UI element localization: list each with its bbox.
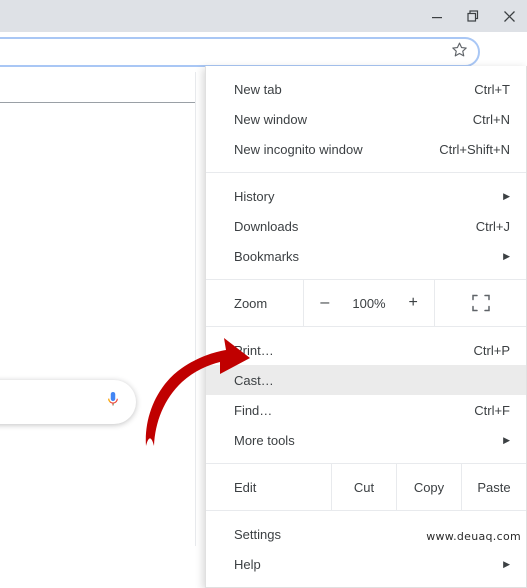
- page-divider: [0, 102, 196, 103]
- minimize-button[interactable]: [419, 0, 455, 32]
- close-icon: [503, 10, 515, 22]
- menu-item-shortcut: Ctrl+P: [473, 342, 510, 358]
- menu-item-downloads[interactable]: Downloads Ctrl+J: [206, 211, 526, 241]
- menu-item-find[interactable]: Find… Ctrl+F: [206, 395, 526, 425]
- menu-item-label: Cast…: [234, 372, 274, 388]
- menu-row-edit: Edit Cut Copy Paste: [206, 464, 526, 510]
- restore-icon: [467, 10, 479, 22]
- submenu-arrow-icon: ▶: [503, 190, 510, 201]
- bookmark-star-icon[interactable]: [451, 41, 468, 63]
- browser-window: New tab Ctrl+T New window Ctrl+N New inc…: [0, 0, 527, 588]
- menu-row-zoom: Zoom – 100% +: [206, 280, 526, 326]
- menu-item-label: New incognito window: [234, 141, 363, 157]
- submenu-arrow-icon: ▶: [503, 250, 510, 261]
- menu-item-label: Downloads: [234, 218, 299, 234]
- menu-item-new-window[interactable]: New window Ctrl+N: [206, 104, 526, 134]
- window-controls: [419, 0, 527, 32]
- tab-strip: [0, 0, 527, 32]
- menu-item-shortcut: Ctrl+Shift+N: [439, 141, 510, 157]
- menu-item-new-incognito-window[interactable]: New incognito window Ctrl+Shift+N: [206, 134, 526, 164]
- zoom-controls: – 100% +: [303, 280, 434, 326]
- zoom-level: 100%: [352, 295, 386, 311]
- fullscreen-icon: [471, 294, 490, 312]
- submenu-arrow-icon: ▶: [503, 558, 510, 569]
- menu-item-label: Help: [234, 556, 261, 572]
- edit-label: Edit: [234, 479, 257, 495]
- submenu-arrow-icon: ▶: [503, 434, 510, 445]
- menu-group-new: New tab Ctrl+T New window Ctrl+N New inc…: [206, 66, 526, 172]
- menu-item-label: More tools: [234, 432, 295, 448]
- close-button[interactable]: [491, 0, 527, 32]
- menu-item-bookmarks[interactable]: Bookmarks ▶: [206, 241, 526, 271]
- menu-item-label: Find…: [234, 402, 273, 418]
- menu-item-label: New tab: [234, 81, 282, 97]
- microphone-icon[interactable]: [104, 391, 122, 414]
- menu-item-shortcut: Ctrl+N: [472, 111, 510, 127]
- watermark: www.deuaq.com: [426, 530, 521, 543]
- restore-button[interactable]: [455, 0, 491, 32]
- zoom-in-button[interactable]: +: [399, 294, 427, 312]
- chrome-main-menu: New tab Ctrl+T New window Ctrl+N New inc…: [205, 66, 527, 588]
- menu-group-tools: Print… Ctrl+P Cast… Find… Ctrl+F More to…: [206, 327, 526, 463]
- menu-item-print[interactable]: Print… Ctrl+P: [206, 335, 526, 365]
- page-vertical-divider: [195, 72, 196, 546]
- zoom-label: Zoom: [234, 295, 268, 311]
- menu-item-shortcut: Ctrl+J: [475, 218, 510, 234]
- copy-button[interactable]: Copy: [396, 464, 461, 510]
- menu-item-help[interactable]: Help ▶: [206, 549, 526, 579]
- minimize-icon: [432, 17, 442, 19]
- menu-item-label: History: [234, 188, 275, 204]
- paste-button[interactable]: Paste: [461, 464, 526, 510]
- menu-item-label: New window: [234, 111, 307, 127]
- menu-group-settings: Settings Help ▶: [206, 511, 526, 587]
- menu-item-new-tab[interactable]: New tab Ctrl+T: [206, 74, 526, 104]
- cut-button[interactable]: Cut: [331, 464, 396, 510]
- menu-item-shortcut: Ctrl+T: [474, 81, 510, 97]
- menu-item-shortcut: Ctrl+F: [474, 402, 510, 418]
- menu-item-cast[interactable]: Cast…: [206, 365, 526, 395]
- google-search-box[interactable]: [0, 380, 136, 424]
- menu-item-label: Print…: [234, 342, 274, 358]
- zoom-out-button[interactable]: –: [311, 294, 339, 312]
- menu-item-history[interactable]: History ▶: [206, 181, 526, 211]
- menu-item-more-tools[interactable]: More tools ▶: [206, 425, 526, 455]
- fullscreen-button[interactable]: [434, 280, 526, 326]
- menu-group-browsing: History ▶ Downloads Ctrl+J Bookmarks ▶: [206, 173, 526, 279]
- address-bar[interactable]: [0, 37, 480, 67]
- menu-item-label: Bookmarks: [234, 248, 300, 264]
